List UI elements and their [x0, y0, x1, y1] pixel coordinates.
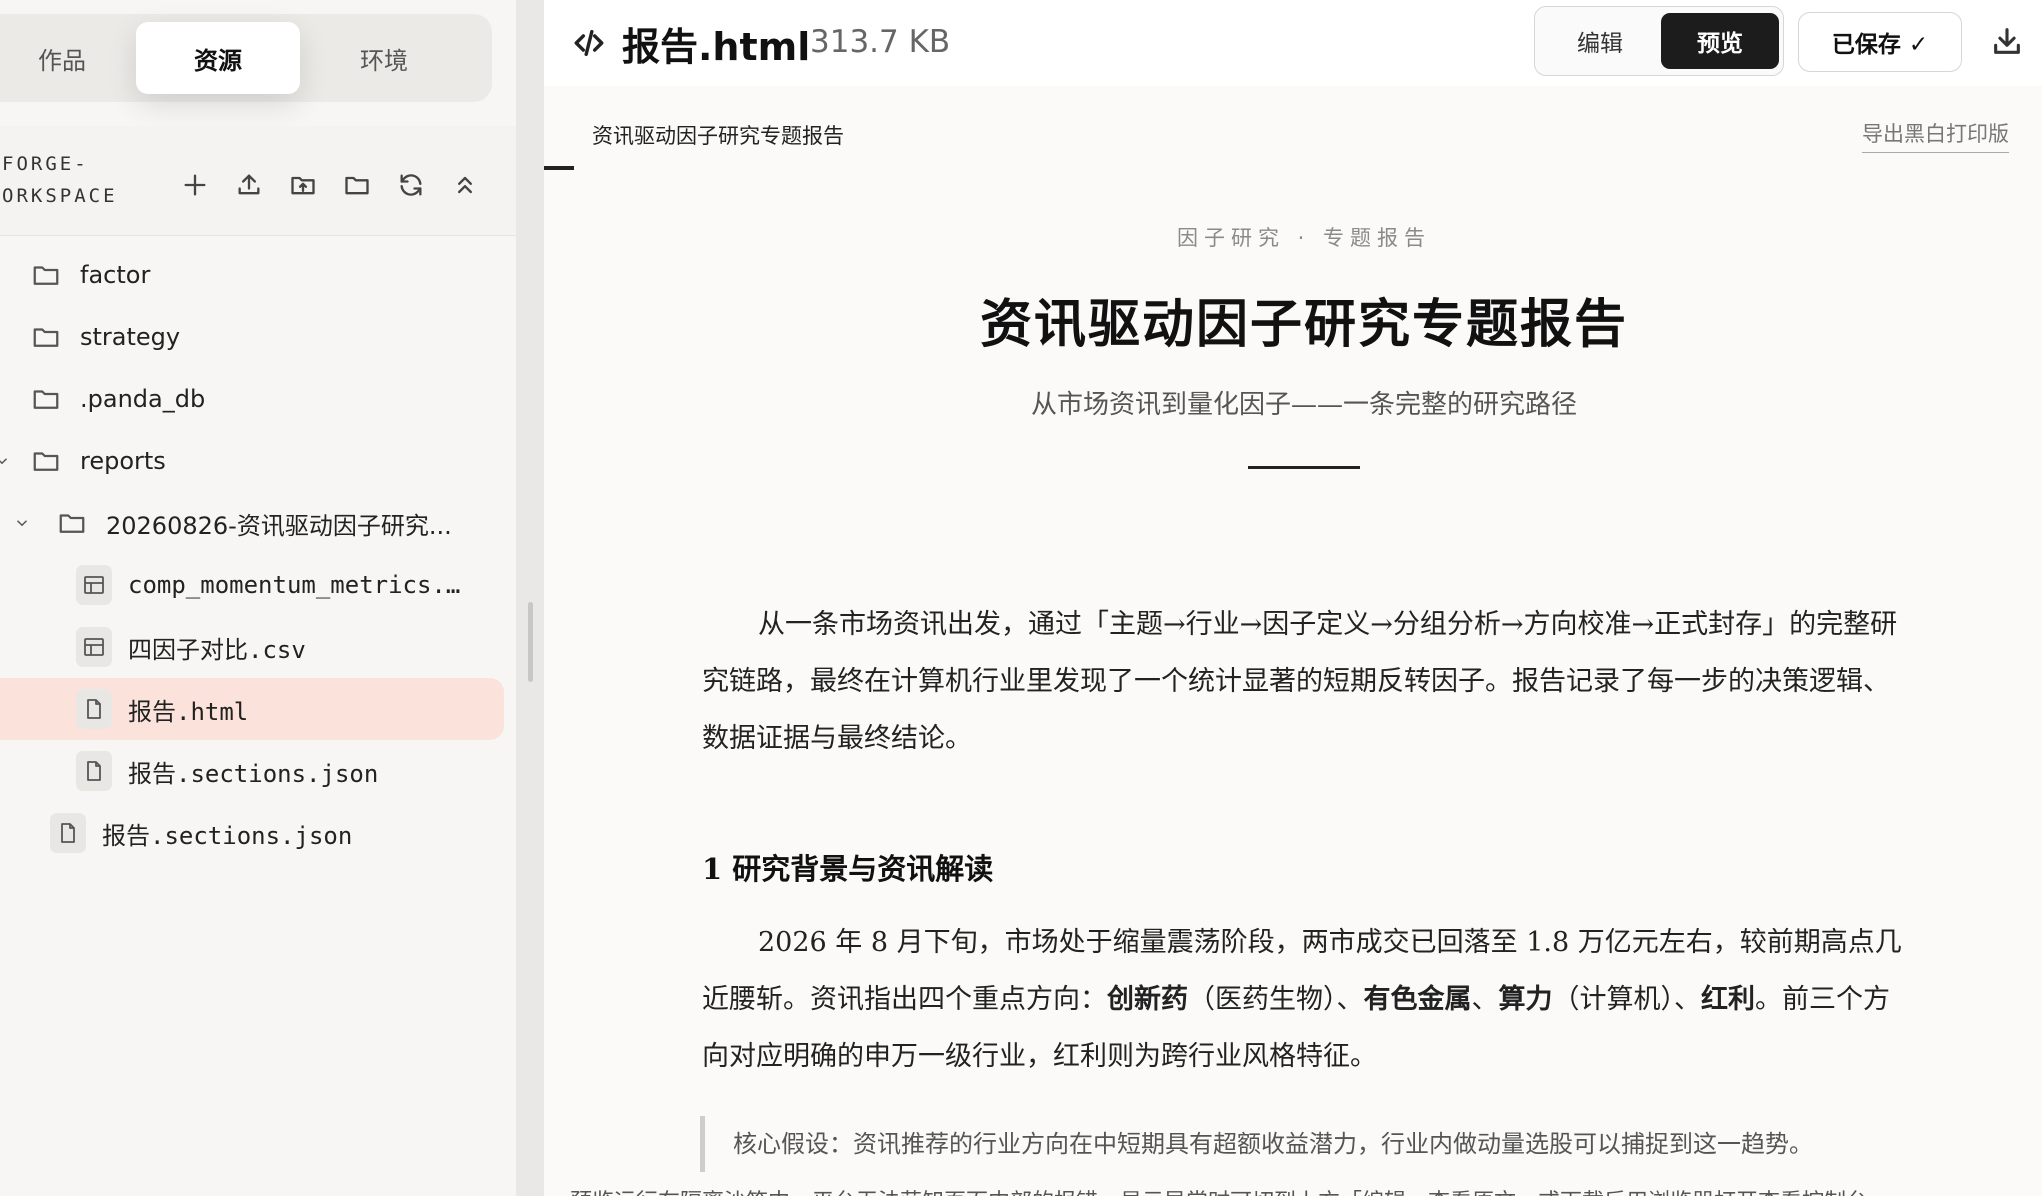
tree-item-label: strategy [80, 323, 181, 351]
tree-item-panda-db[interactable]: .panda_db [0, 368, 504, 430]
chevron-down-icon[interactable] [0, 449, 14, 473]
tree-item-report-sections-json[interactable]: 报告.sections.json [0, 740, 504, 802]
tree-item-label: 20260826-资讯驱动因子研究... [106, 511, 452, 540]
text-run: （医药生物）、 [1188, 984, 1364, 1015]
sidebar: 作品 资源 环境 FORGE- ORKSPACE factor strategy… [0, 0, 516, 1196]
tree-item-label: .panda_db [80, 385, 206, 413]
folder-icon[interactable] [338, 166, 376, 204]
tab-resources[interactable]: 资源 [136, 22, 300, 94]
export-print-link[interactable]: 导出黑白打印版 [1862, 118, 2009, 153]
tree-item-factor[interactable]: factor [0, 244, 504, 306]
folder-icon [54, 505, 90, 541]
section1-paragraph: 2026 年 8 月下旬，市场处于缩量震荡阶段，两市成交已回落至 1.8 万亿元… [702, 914, 1902, 1085]
sandbox-notice: 预览运行在隔离沙箱中，平台无法获知页面内部的报错。显示异常时可切到上方「编辑」查… [570, 1184, 2030, 1196]
tree-item-four-factor-csv[interactable]: 四因子对比.csv [0, 616, 504, 678]
sidebar-tab-switcher: 作品 资源 环境 [0, 14, 492, 102]
title-divider [1248, 466, 1360, 469]
highlight-term: 算力 [1498, 984, 1553, 1015]
highlight-term: 创新药 [1107, 984, 1188, 1015]
tree-item-report-html[interactable]: 报告.html [0, 678, 504, 740]
panel-splitter[interactable] [516, 0, 544, 1196]
download-icon[interactable] [1990, 24, 2026, 60]
file-icon [76, 689, 112, 729]
preview-button[interactable]: 预览 [1661, 13, 1779, 69]
highlight-term: 有色金属 [1363, 984, 1472, 1015]
tree-item-report-folder[interactable]: 20260826-资讯驱动因子研究... [0, 492, 504, 554]
section-heading: 1 研究背景与资讯解读 [702, 852, 994, 886]
file-size: 313.7 KB [810, 24, 951, 60]
doc-kicker: 因子研究 · 专题报告 [1176, 226, 1432, 250]
table-icon [76, 565, 112, 605]
upload-icon[interactable] [230, 166, 268, 204]
chevron-down-icon[interactable] [10, 511, 34, 535]
doc-subtitle: 从市场资讯到量化因子——一条完整的研究路径 [1030, 390, 1577, 420]
tree-item-label: 报告.sections.json [102, 821, 353, 850]
tree-item-label: comp_momentum_metrics.… [128, 571, 461, 599]
table-icon [76, 627, 112, 667]
tree-item-label: 报告.html [128, 697, 249, 726]
workspace-toolbar [176, 166, 484, 204]
edit-button[interactable]: 编辑 [1541, 13, 1659, 69]
splitter-handle[interactable] [528, 602, 533, 682]
intro-paragraph: 从一条市场资讯出发，通过「主题→行业→因子定义→分组分析→方向校准→正式封存」的… [702, 609, 1898, 754]
file-icon [76, 751, 112, 791]
highlight-term: 红利 [1701, 984, 1755, 1015]
tab-environment[interactable]: 环境 [302, 22, 466, 94]
code-icon [572, 26, 606, 60]
tree-item-label: 四因子对比.csv [128, 635, 306, 664]
folder-icon [28, 443, 64, 479]
tree-item-comp-momentum-metrics[interactable]: comp_momentum_metrics.… [0, 554, 504, 616]
view-mode-toggle: 编辑 预览 [1534, 6, 1784, 76]
saved-button[interactable]: 已保存 ✓ [1798, 12, 1962, 72]
tree-item-report-sections-json-root[interactable]: 报告.sections.json [0, 802, 504, 864]
tree-item-label: factor [80, 261, 151, 289]
collapse-icon[interactable] [446, 166, 484, 204]
main-panel: 报告.html 313.7 KB 编辑 预览 已保存 ✓ 资讯驱动因子研究专题报… [544, 0, 2042, 1196]
folder-upload-icon[interactable] [284, 166, 322, 204]
file-title: 报告.html [622, 25, 811, 69]
refresh-icon[interactable] [392, 166, 430, 204]
file-topbar: 报告.html 313.7 KB 编辑 预览 已保存 ✓ [544, 0, 2042, 86]
file-icon [50, 813, 86, 853]
plus-icon[interactable] [176, 166, 214, 204]
tree-item-label: reports [80, 447, 166, 475]
workspace-name: FORGE- ORKSPACE [2, 153, 118, 207]
text-run: （计算机）、 [1552, 984, 1702, 1015]
text-run: 、 [1471, 984, 1499, 1015]
folder-icon [28, 319, 64, 355]
preview-header: 资讯驱动因子研究专题报告 导出黑白打印版 [544, 86, 2042, 170]
workspace-header: FORGE- ORKSPACE [0, 126, 516, 236]
doc-title: 资讯驱动因子研究专题报告 [979, 294, 1628, 355]
folder-icon [28, 381, 64, 417]
blockquote: 核心假设：资讯推荐的行业方向在中短期具有超额收益潜力，行业内做动量选股可以捕捉到… [700, 1116, 1960, 1172]
tree-item-strategy[interactable]: strategy [0, 306, 504, 368]
tree-item-label: 报告.sections.json [128, 759, 379, 788]
tab-works[interactable]: 作品 [0, 22, 144, 94]
tree-item-reports[interactable]: reports [0, 430, 504, 492]
report-document: 因子研究 · 专题报告 资讯驱动因子研究专题报告 从市场资讯到量化因子——一条完… [544, 170, 2042, 1196]
doc-tab[interactable]: 资讯驱动因子研究专题报告 [592, 120, 844, 150]
folder-icon [28, 257, 64, 293]
